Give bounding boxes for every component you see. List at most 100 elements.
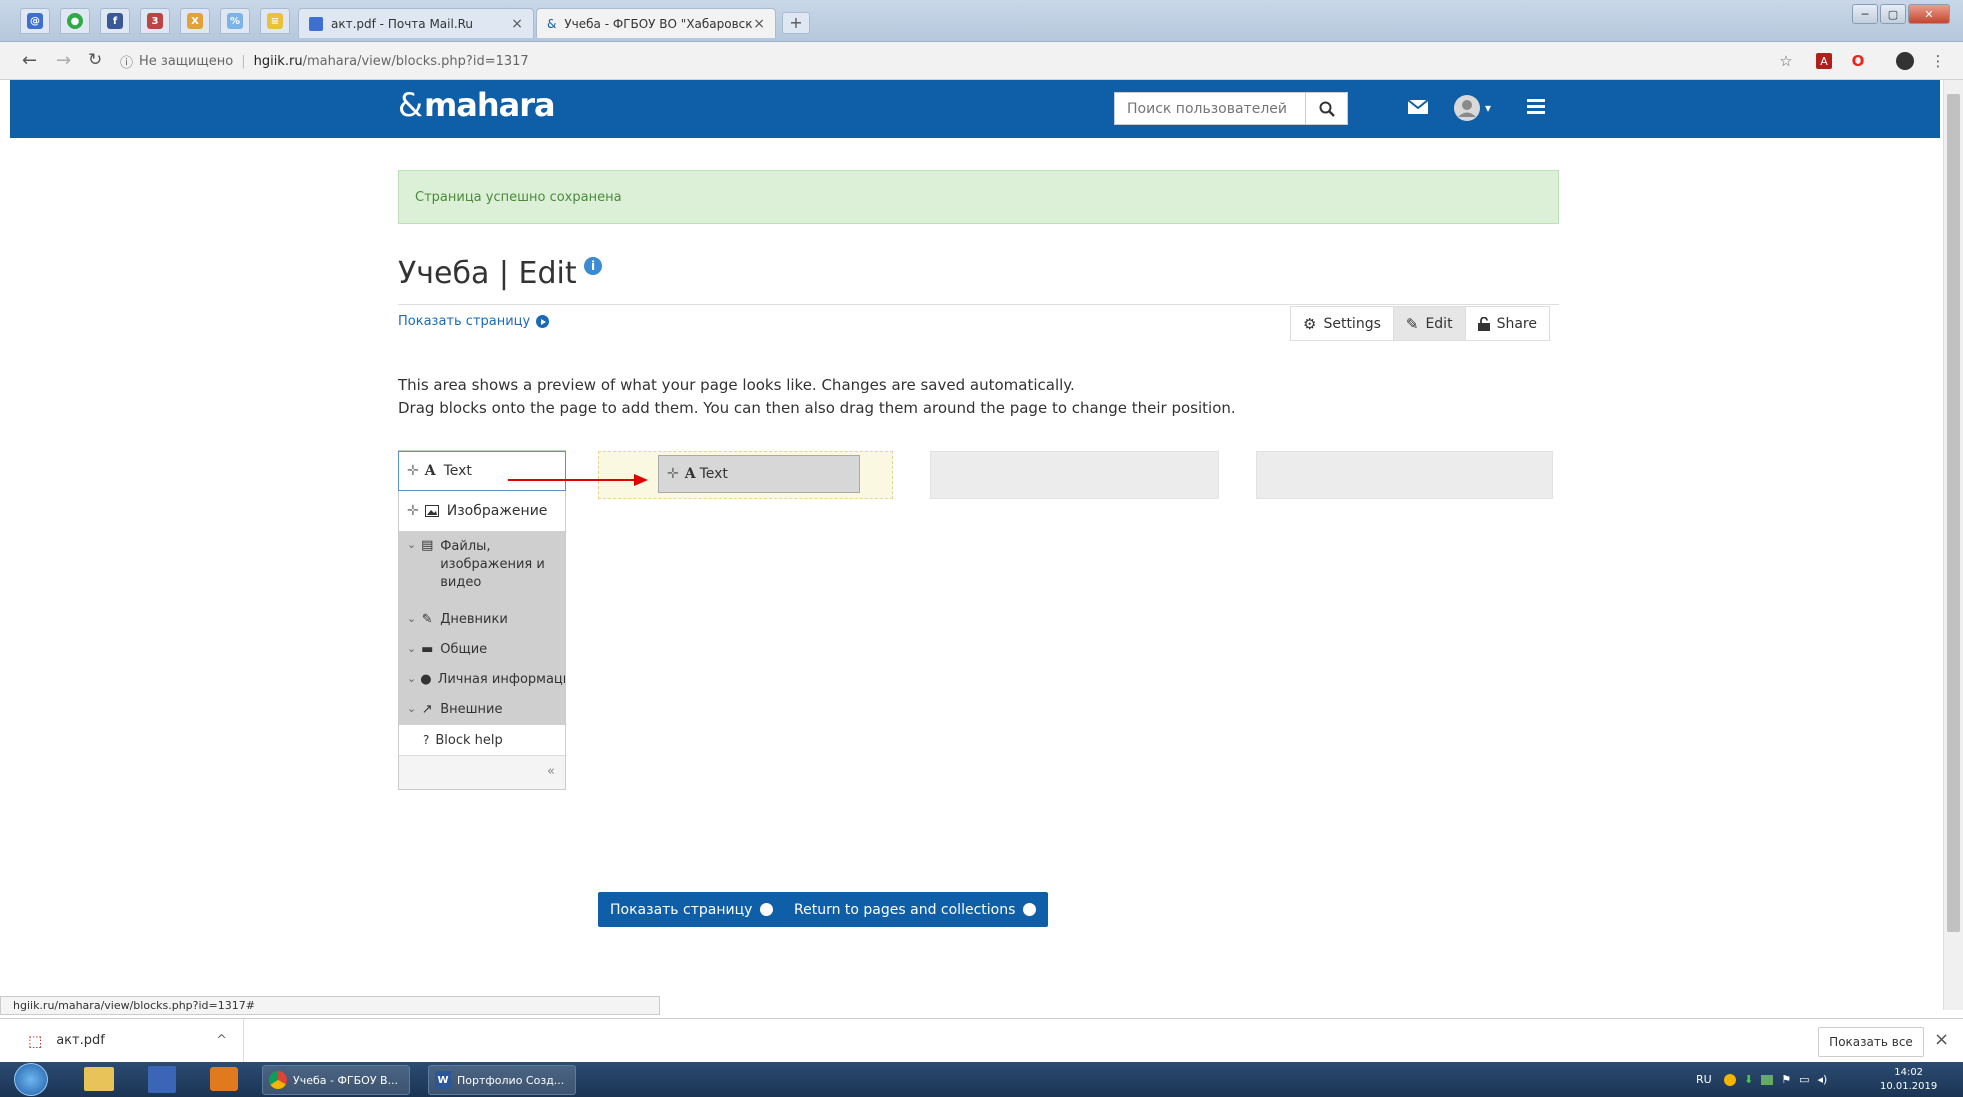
reload-icon[interactable]: ↻ (88, 50, 102, 70)
download-item[interactable]: ⬚ акт.pdf ^ (0, 1019, 244, 1062)
start-button[interactable] (14, 1063, 48, 1096)
maximize-button[interactable]: ▢ (1880, 4, 1906, 24)
app-icon: % (227, 13, 243, 29)
category-personal-info[interactable]: ⌄ ● Личная информаци (399, 665, 565, 695)
chevron-down-icon: ⌄ (407, 642, 417, 655)
move-icon: ✛ (667, 466, 679, 482)
close-icon[interactable]: × (1934, 1029, 1949, 1050)
tab-share[interactable]: Share (1465, 307, 1549, 340)
tab-settings[interactable]: ⚙ Settings (1291, 307, 1394, 340)
tab-mail[interactable]: акт.pdf - Почта Mail.Ru × (298, 8, 534, 38)
text-icon: A (684, 466, 696, 482)
title-divider (398, 304, 1559, 305)
pinned-tab-facebook[interactable]: f (100, 8, 130, 34)
block-help[interactable]: ? Block help (399, 725, 565, 755)
drag-description: Drag blocks onto the page to add them. Y… (398, 399, 1236, 417)
show-page-link[interactable]: Показать страницу (398, 314, 550, 329)
arrow-circle-right-icon (536, 315, 550, 328)
close-icon[interactable]: × (511, 16, 523, 32)
mail-icon (309, 16, 323, 31)
category-label: Общие (440, 642, 488, 657)
clock[interactable]: 14:02 10.01.2019 (1880, 1062, 1937, 1097)
tab-settings-label: Settings (1323, 315, 1381, 332)
chevron-up-icon[interactable]: ^ (216, 1033, 227, 1048)
site-header: &mahara ▾ (10, 80, 1940, 138)
url-field[interactable]: ⓘ Не защищено | hgiik.ru/mahara/view/blo… (120, 48, 1760, 74)
return-button[interactable]: Return to pages and collections (782, 892, 1049, 927)
pdf-extension-icon[interactable]: A (1816, 53, 1832, 69)
save-app-icon[interactable] (148, 1066, 176, 1093)
cogs-icon: ⚙ (1303, 314, 1317, 333)
collapse-palette-button[interactable]: « (547, 764, 555, 779)
tray-icons[interactable]: ⬇ ⚑ ▭ ◂) (1724, 1062, 1827, 1097)
app-icon: ≡ (267, 13, 283, 29)
pencil-icon: ✎ (421, 612, 433, 627)
windows-taskbar: Учеба - ФГБОУ В... W Портфолио Созд... R… (0, 1062, 1963, 1097)
search-button[interactable] (1305, 93, 1347, 124)
search-input[interactable] (1115, 93, 1305, 124)
taskbar-word-window[interactable]: W Портфолио Созд... (428, 1065, 576, 1095)
dragged-text-block[interactable]: ✛ A Text (658, 455, 860, 493)
category-external[interactable]: ⌄ ↗ Внешние (399, 695, 565, 725)
page-scrollbar[interactable] (1943, 80, 1963, 1010)
hamburger-menu-icon[interactable] (1527, 98, 1545, 114)
pinned-tab-6[interactable]: ≡ (260, 8, 290, 34)
category-general[interactable]: ⌄ ▬ Общие (399, 635, 565, 665)
forward-icon[interactable]: → (56, 50, 71, 71)
pinned-tab-5[interactable]: % (220, 8, 250, 34)
pinned-tab-3[interactable]: 3 (140, 8, 170, 34)
info-icon[interactable]: i (584, 257, 602, 275)
category-label: Внешние (440, 702, 503, 717)
window-close-button[interactable]: ✕ (1908, 4, 1950, 24)
taskbar-app-label: Учеба - ФГБОУ В... (293, 1073, 399, 1087)
user-menu[interactable]: ▾ (1453, 94, 1491, 122)
category-label: Файлы, изображения и видео (440, 539, 545, 590)
show-page-button-label: Показать страницу (610, 901, 753, 918)
drag-direction-arrow (508, 474, 648, 486)
language-indicator[interactable]: RU (1696, 1062, 1712, 1097)
taskbar-chrome-window[interactable]: Учеба - ФГБОУ В... (262, 1065, 410, 1095)
envelope-icon[interactable] (1408, 100, 1428, 114)
page-title: Учеба | Edit (398, 256, 577, 291)
block-help-label: Block help (435, 732, 503, 748)
external-link-icon: ↗ (421, 702, 433, 717)
tab-share-label: Share (1496, 315, 1537, 332)
user-search (1114, 92, 1348, 125)
palette-footer: « (399, 755, 565, 789)
show-all-downloads-button[interactable]: Показать все (1818, 1027, 1924, 1057)
tab-mahara[interactable]: & Учеба - ФГБОУ ВО "Хабаровск × (536, 8, 776, 38)
star-icon[interactable]: ☆ (1776, 51, 1796, 71)
category-journals[interactable]: ⌄ ✎ Дневники (399, 605, 565, 635)
back-icon[interactable]: ← (22, 50, 37, 71)
layout-column-2[interactable] (930, 451, 1219, 499)
opera-icon[interactable]: O (1848, 51, 1868, 71)
arrow-circle-right-icon (760, 903, 774, 916)
block-item-image[interactable]: ✛ Изображение (399, 491, 565, 531)
close-icon[interactable]: × (753, 16, 765, 32)
pinned-tab-mail[interactable]: @ (20, 8, 50, 34)
url-path: /mahara/view/blocks.php?id=1317 (302, 53, 529, 69)
show-page-button[interactable]: Показать страницу (598, 892, 786, 927)
page-edit-tabs: ⚙ Settings ✎ Edit Share (1290, 306, 1550, 341)
menu-dots-icon[interactable]: ⋮ (1928, 51, 1948, 71)
minimize-button[interactable]: ─ (1852, 4, 1878, 24)
layout-column-3[interactable] (1256, 451, 1553, 499)
volume-icon: ◂) (1817, 1073, 1828, 1086)
category-label: Личная информаци (437, 672, 565, 687)
tab-label: акт.pdf - Почта Mail.Ru (331, 16, 474, 31)
new-tab-button[interactable]: + (782, 12, 810, 34)
mahara-logo[interactable]: &mahara (398, 86, 556, 124)
tab-edit[interactable]: ✎ Edit (1393, 307, 1466, 340)
pinned-tab-4[interactable]: X (180, 8, 210, 34)
unlock-icon (1477, 316, 1490, 331)
pencil-icon: ✎ (1405, 314, 1419, 333)
search-icon (1319, 101, 1335, 117)
word-icon: W (435, 1071, 451, 1089)
media-player-icon[interactable] (210, 1067, 238, 1091)
profile-avatar-icon[interactable] (1896, 52, 1914, 70)
tab-edit-label: Edit (1425, 315, 1453, 332)
pinned-tab-green[interactable]: ● (60, 8, 90, 34)
file-explorer-icon[interactable] (84, 1067, 114, 1091)
scroll-thumb[interactable] (1947, 94, 1960, 932)
category-files[interactable]: ⌄ ▤ Файлы, изображения и видео (399, 531, 565, 605)
